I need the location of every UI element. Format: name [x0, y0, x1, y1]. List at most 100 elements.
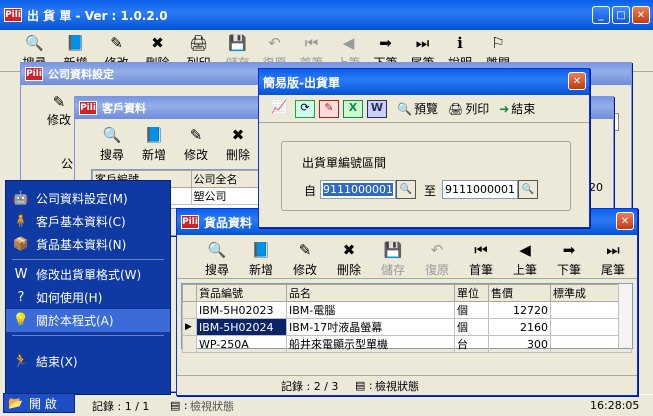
status-mode: 檢視狀態 — [190, 399, 234, 413]
company-edit-button[interactable]: ✎ 修改 — [41, 93, 77, 128]
status-mode-icon: ▤ : — [355, 379, 373, 392]
tool-book-icon[interactable]: 📘新增 — [239, 238, 283, 278]
tool-next-icon[interactable]: ➡下筆 — [547, 238, 591, 278]
excel-icon[interactable]: X — [343, 99, 363, 118]
main-status-bar: 記錄 : 1 / 1 ▤ : 檢視狀態 16:28:05 — [0, 394, 653, 416]
vertical-scrollbar[interactable] — [618, 284, 632, 348]
app-logo-icon: Pili — [25, 67, 43, 81]
range-group: 出貨單編號區間 自 9111000001 🔍 至 9111000001 🔍 — [281, 141, 571, 211]
customer-title: 客戶資料 — [102, 102, 146, 115]
tool-prev-icon[interactable]: ◀上筆 — [503, 238, 547, 278]
magnifier-icon: 🔍 — [25, 34, 44, 52]
from-lookup-button[interactable]: 🔍 — [396, 180, 416, 199]
range-group-label: 出貨單編號區間 — [302, 156, 387, 170]
person-icon: 🧍 — [12, 214, 30, 229]
magnifier-icon: 🔍 — [207, 241, 227, 259]
book-icon: 📘 — [66, 34, 85, 52]
customer-column-value: 20 — [589, 181, 603, 194]
delete-icon: ✖ — [151, 34, 164, 52]
word-icon: W — [14, 267, 28, 282]
status-record: 記錄 : 2 / 3 — [281, 379, 339, 393]
next-icon: ➡ — [379, 34, 392, 52]
chart-icon[interactable]: 📈 — [271, 100, 291, 118]
print-button[interactable]: 🖨 列印 — [448, 100, 489, 117]
last-icon: ⏭ — [606, 241, 620, 259]
column-header[interactable]: 品名 — [286, 284, 455, 302]
exit-icon: ➜ — [499, 101, 510, 116]
next-icon: ➡ — [562, 241, 576, 259]
tool-magnifier-icon[interactable]: 🔍搜尋 — [91, 123, 133, 163]
goods-grid[interactable]: 貨品編號 品名 單位 售價 標準成 IBM-5H02023 IBM-電腦 個 1… — [181, 283, 633, 353]
box-icon: 📦 — [12, 237, 30, 252]
row-indicator-header — [182, 284, 197, 302]
row-pointer-icon: ▶ — [182, 318, 197, 336]
info-icon: ℹ — [457, 34, 463, 52]
table-row[interactable]: WP-250A 船井來電顯示型單機 台 300 — [182, 335, 632, 353]
from-field[interactable]: 9111000001 — [320, 180, 396, 199]
start-menu: 🤖 公司資料設定(M) 🧍 客戶基本資料(C) 📦 貨品基本資料(N) W 修改出貨單格式(W… — [5, 180, 171, 395]
column-header[interactable]: 單位 — [454, 284, 489, 302]
last-icon: ⏭ — [415, 34, 430, 52]
to-lookup-button[interactable]: 🔍 — [518, 180, 538, 199]
menu-separator — [12, 259, 164, 260]
tool-delete-icon[interactable]: ✖刪除 — [217, 123, 259, 163]
table-row[interactable]: IBM-5H02023 IBM-電腦 個 12720 — [182, 301, 632, 319]
save-icon: 💾 — [383, 241, 403, 259]
main-title: 出 貨 單 - Ver : 1.0.2.0 — [27, 8, 168, 23]
goods-status-bar: 記錄 : 2 / 3 ▤ : 檢視狀態 — [177, 375, 637, 395]
delete-icon: ✖ — [231, 126, 245, 144]
running-man-icon: 🏃 — [12, 354, 30, 369]
to-label: 至 — [424, 184, 437, 198]
main-title-bar: Pili 出 貨 單 - Ver : 1.0.2.0 _ □ ✕ — [0, 0, 653, 30]
maximize-button[interactable]: □ — [612, 6, 630, 24]
menu-item[interactable]: ? 如何使用(H) — [6, 286, 170, 309]
first-icon: ⏮ — [304, 34, 319, 52]
printer-icon: 🖨 — [188, 34, 209, 52]
pdf-icon[interactable]: ✎ — [319, 99, 339, 118]
tool-undo-icon[interactable]: ↶復原 — [415, 238, 459, 278]
close-button[interactable]: ✕ — [616, 212, 634, 230]
undo-icon: ↶ — [430, 241, 444, 259]
table-row[interactable]: ▶ IBM-5H02024 IBM-17吋液晶螢幕 個 2160 — [182, 318, 632, 336]
tool-last-icon[interactable]: ⏭尾筆 — [591, 238, 635, 278]
start-button[interactable]: 📂 開 啟 — [3, 393, 75, 413]
status-mode-icon: ▤ : — [170, 399, 188, 412]
status-mode: 檢視狀態 — [375, 379, 419, 393]
menu-item[interactable]: 💡 關於本程式(A) — [6, 309, 170, 332]
tool-pen-icon[interactable]: ✎修改 — [175, 123, 217, 163]
tool-save-icon[interactable]: 💾儲存 — [371, 238, 415, 278]
pen-icon: ✎ — [52, 93, 66, 111]
undo-icon: ↶ — [268, 34, 281, 52]
preview-button[interactable]: 🔍 預覽 — [397, 100, 438, 117]
menu-item[interactable]: 📦 貨品基本資料(N) — [6, 233, 170, 256]
tool-delete-icon[interactable]: ✖刪除 — [327, 238, 371, 278]
shipment-dialog[interactable]: 簡易版-出貨單 ✕ 📈 ⟳ ✎ X W 🔍 預覽 🖨 列印 ➜ 結束 出貨單編號… — [258, 68, 590, 228]
minimize-button[interactable]: _ — [592, 6, 610, 24]
refresh-icon[interactable]: ⟳ — [295, 99, 315, 118]
tool-first-icon[interactable]: ⏮首筆 — [459, 238, 503, 278]
dialog-close-button[interactable]: ✕ — [568, 72, 586, 90]
exit-icon: ⚐ — [491, 34, 505, 52]
goods-window[interactable]: Pili 貨品資料 ✕ 🔍 搜尋 📘 新增 ✎ 修改 ✖ 刪除 💾 儲存 ↶ 復原 ⏮ 首筆 ◀ 上筆 ➡ 下筆 ⏭… — [176, 208, 638, 396]
printer-icon: 🖨 — [447, 101, 464, 116]
close-button[interactable]: ✕ — [632, 6, 650, 24]
tool-pen-icon[interactable]: ✎修改 — [283, 238, 327, 278]
save-icon: 💾 — [228, 34, 247, 52]
column-header[interactable]: 貨品編號 — [196, 284, 287, 302]
goods-toolbar: 🔍 搜尋 📘 新增 ✎ 修改 ✖ 刪除 💾 儲存 ↶ 復原 ⏮ 首筆 ◀ 上筆 ➡ 下筆 ⏭ 尾筆 — [177, 235, 637, 279]
bulb-icon: 💡 — [12, 313, 30, 328]
exit-button[interactable]: ➜ 結束 — [499, 100, 535, 117]
menu-item[interactable]: 🏃 結束(X) — [6, 350, 170, 373]
word-icon[interactable]: W — [367, 99, 387, 118]
tool-magnifier-icon[interactable]: 🔍搜尋 — [195, 238, 239, 278]
tool-book-icon[interactable]: 📘新增 — [133, 123, 175, 163]
company-title: 公司資料設定 — [48, 68, 114, 81]
pen-icon: ✎ — [298, 241, 312, 259]
to-field[interactable]: 9111000001 — [442, 180, 518, 199]
magnifier-icon: 🔍 — [102, 126, 122, 144]
menu-item[interactable]: W 修改出貨單格式(W) — [6, 263, 170, 286]
dialog-toolbar: 📈 ⟳ ✎ X W 🔍 預覽 🖨 列印 ➜ 結束 — [259, 95, 589, 123]
column-header[interactable]: 售價 — [488, 284, 551, 302]
menu-item[interactable]: 🧍 客戶基本資料(C) — [6, 210, 170, 233]
menu-item[interactable]: 🤖 公司資料設定(M) — [6, 187, 170, 210]
